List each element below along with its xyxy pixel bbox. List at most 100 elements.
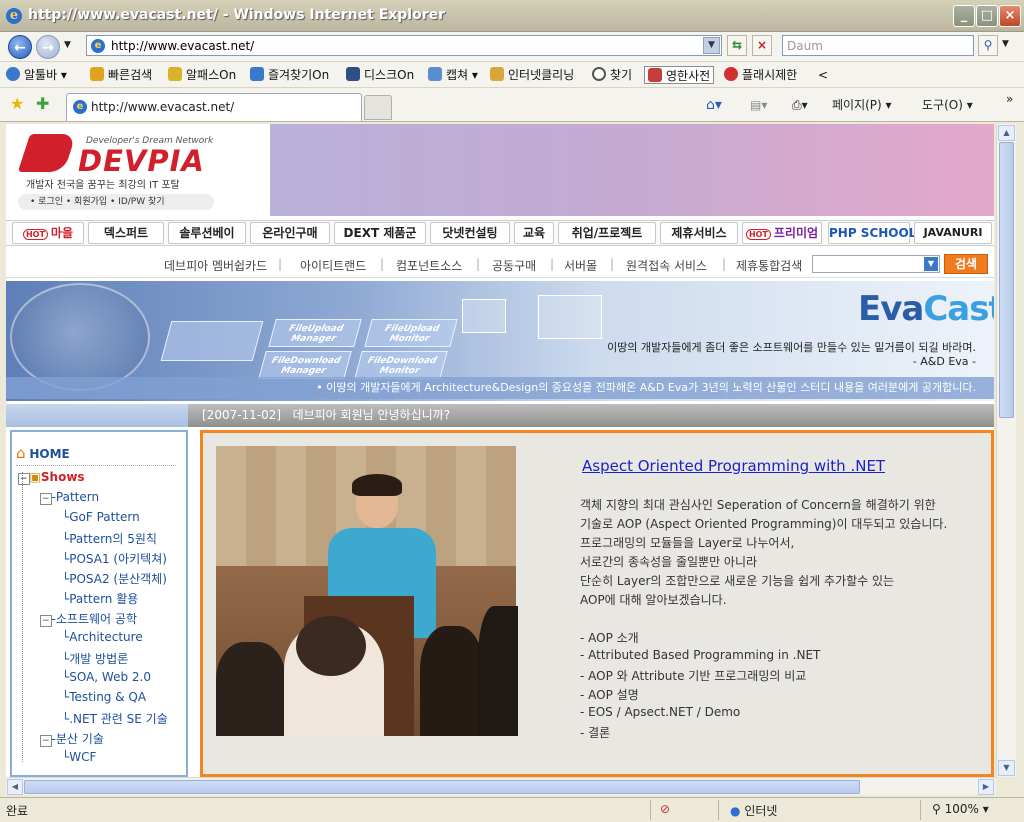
quick-search-button[interactable]: 빠른검색 <box>90 66 152 84</box>
vertical-scroll-thumb[interactable] <box>999 142 1014 418</box>
tree-item[interactable]: └Testing & QA <box>62 690 146 704</box>
menu-dext[interactable]: DEXT 제품군 <box>334 222 426 244</box>
photo-audience-3 <box>420 626 484 736</box>
disk-on-button[interactable]: 디스크On <box>346 66 414 84</box>
chevron-more-icon[interactable]: » <box>1006 90 1013 108</box>
tree-group-software-engineering[interactable]: − -소프트웨어 공학 <box>40 610 137 627</box>
tree-group-distributed[interactable]: − -분산 기술 <box>40 730 104 747</box>
tree-item[interactable]: └.NET 관련 SE 기술 <box>62 710 168 727</box>
altoolbar-button[interactable]: 알툴바 ▾ <box>6 66 67 84</box>
scroll-left-icon[interactable]: ◀ <box>7 779 23 795</box>
search-dropdown-icon[interactable]: ▼ <box>1002 39 1009 49</box>
capture-button[interactable]: 캡쳐 ▾ <box>428 66 478 84</box>
top-banner[interactable] <box>270 124 994 216</box>
tree-item[interactable]: └POSA2 (분산객체) <box>62 570 167 587</box>
alpass-button[interactable]: 알패스On <box>168 66 236 84</box>
evacast-hero: FileUpload Manager FileUpload Monitor Fi… <box>6 281 994 401</box>
search-icon[interactable]: ⚲ <box>978 35 998 56</box>
horizontal-scroll-thumb[interactable] <box>24 780 860 794</box>
menu-partner[interactable]: 제휴서비스 <box>660 222 738 244</box>
tree-shows[interactable]: − ▣Shows <box>18 470 85 485</box>
address-bar[interactable]: e http://www.evacast.net/ ▼ <box>86 35 722 56</box>
key-icon <box>168 67 182 81</box>
vertical-scrollbar[interactable]: ▲ ▼ <box>996 124 1016 777</box>
tree-item[interactable]: └GoF Pattern <box>62 510 140 524</box>
tools-menu[interactable]: 도구(O) ▾ <box>922 96 973 114</box>
back-button[interactable]: ← <box>8 35 32 59</box>
tree-item[interactable]: └POSA1 (아키텍쳐) <box>62 550 167 567</box>
tree-item[interactable]: └Pattern의 5원칙 <box>62 530 157 547</box>
menu-premium[interactable]: HOT 프리미엄 <box>742 222 822 244</box>
menu-village[interactable]: HOT 마을 <box>12 222 84 244</box>
popup-blocker-icon[interactable]: ⊘ <box>660 802 670 816</box>
horizontal-scrollbar[interactable]: ◀ ▶ <box>6 777 996 795</box>
home-icon[interactable]: ⌂▾ <box>706 96 722 114</box>
feeds-icon[interactable]: ▤▾ <box>750 96 767 114</box>
toolbar-scroll-left[interactable]: < <box>818 66 828 84</box>
site-search-dropdown-icon[interactable]: ▼ <box>924 257 938 271</box>
site-search-input[interactable]: ▼ <box>812 255 940 273</box>
tree-item[interactable]: └개발 방법론 <box>62 650 128 667</box>
submenu-group-buy[interactable]: 공동구매 <box>492 257 536 274</box>
menu-jobs[interactable]: 취업/프로젝트 <box>558 222 656 244</box>
page-menu[interactable]: 페이지(P) ▾ <box>832 96 892 114</box>
history-dropdown-icon[interactable]: ▼ <box>64 40 71 50</box>
search-input[interactable]: Daum <box>782 35 974 56</box>
submenu-separator: | <box>476 257 481 271</box>
submenu-server-mall[interactable]: 서버몰 <box>564 257 597 274</box>
menu-online-purchase[interactable]: 온라인구매 <box>250 222 330 244</box>
forward-button[interactable]: → <box>36 35 60 59</box>
scroll-right-icon[interactable]: ▶ <box>978 779 994 795</box>
favorites-center-icon[interactable]: ★ <box>10 94 24 113</box>
tree-home[interactable]: ⌂ HOME <box>16 444 176 466</box>
tree-item[interactable]: └WCF <box>62 750 96 764</box>
address-dropdown-icon[interactable]: ▼ <box>703 37 720 54</box>
submenu-separator: | <box>550 257 555 271</box>
add-favorite-icon[interactable]: ✚ <box>36 94 49 113</box>
submenu-remote-access[interactable]: 원격접속 서비스 <box>626 257 707 274</box>
favorites-on-button[interactable]: 즐겨찾기On <box>250 66 329 84</box>
site-search-button[interactable]: 검색 <box>944 254 988 274</box>
photo-hair <box>352 474 402 496</box>
menu-javanuri[interactable]: JAVANURI <box>914 222 992 244</box>
tree-item[interactable]: └SOA, Web 2.0 <box>62 670 151 684</box>
find-label: 찾기 <box>610 68 633 82</box>
print-icon[interactable]: ⎙▾ <box>792 96 808 114</box>
internet-cleaning-button[interactable]: 인터넷클리닝 <box>490 66 574 84</box>
close-button[interactable]: × <box>999 5 1021 27</box>
flash-block-button[interactable]: 플래시제한 <box>724 66 797 84</box>
address-input[interactable]: http://www.evacast.net/ <box>111 39 254 53</box>
zoom-control[interactable]: ⚲ 100% ▾ <box>932 802 989 816</box>
internet-zone[interactable]: ● 인터넷 <box>730 802 777 819</box>
disk-icon <box>346 67 360 81</box>
scroll-up-icon[interactable]: ▲ <box>998 125 1015 141</box>
article-title-link[interactable]: Aspect Oriented Programming with .NET <box>582 457 885 475</box>
menu-php-school[interactable]: PHP SCHOOL <box>828 222 916 244</box>
submenu-it-trend[interactable]: 아이티트랜드 <box>300 257 366 274</box>
account-links[interactable]: • 로그인 • 회원가입 • ID/PW 찾기 <box>18 194 214 210</box>
minimize-button[interactable]: _ <box>953 5 975 27</box>
menu-education[interactable]: 교육 <box>514 222 554 244</box>
tab-evacast[interactable]: e http://www.evacast.net/ <box>66 93 362 121</box>
submenu-componentsource[interactable]: 컴포넌트소스 <box>396 257 462 274</box>
menu-dotnet-consulting[interactable]: 닷넷컨설팅 <box>430 222 510 244</box>
refresh-button[interactable]: ⇆ <box>727 35 747 56</box>
hot-badge: HOT <box>22 229 48 240</box>
collapse-icon: − <box>18 473 30 485</box>
menu-solutionbay[interactable]: 솔루션베이 <box>168 222 246 244</box>
maximize-button[interactable]: □ <box>976 5 998 27</box>
status-divider <box>920 800 921 820</box>
tree-item[interactable]: └Pattern 활용 <box>62 590 138 607</box>
devpia-logo-text[interactable]: DEVPIA <box>78 144 205 178</box>
scroll-down-icon[interactable]: ▼ <box>998 760 1015 776</box>
devpia-logo-mark[interactable] <box>17 134 77 172</box>
tree-group-pattern[interactable]: − -Pattern <box>40 490 99 505</box>
tree-item[interactable]: └Architecture <box>62 630 143 644</box>
stop-button[interactable]: × <box>752 35 772 56</box>
dictionary-button[interactable]: 영한사전 <box>644 66 715 84</box>
find-button[interactable]: 찾기 <box>592 66 632 84</box>
menu-dexpert[interactable]: 덱스퍼트 <box>88 222 164 244</box>
submenu-membership-card[interactable]: 데브피아 멤버쉽카드 <box>164 257 267 274</box>
new-tab-button[interactable] <box>364 95 392 120</box>
article-body-line: AOP에 대해 알아보겠습니다. <box>580 593 727 607</box>
